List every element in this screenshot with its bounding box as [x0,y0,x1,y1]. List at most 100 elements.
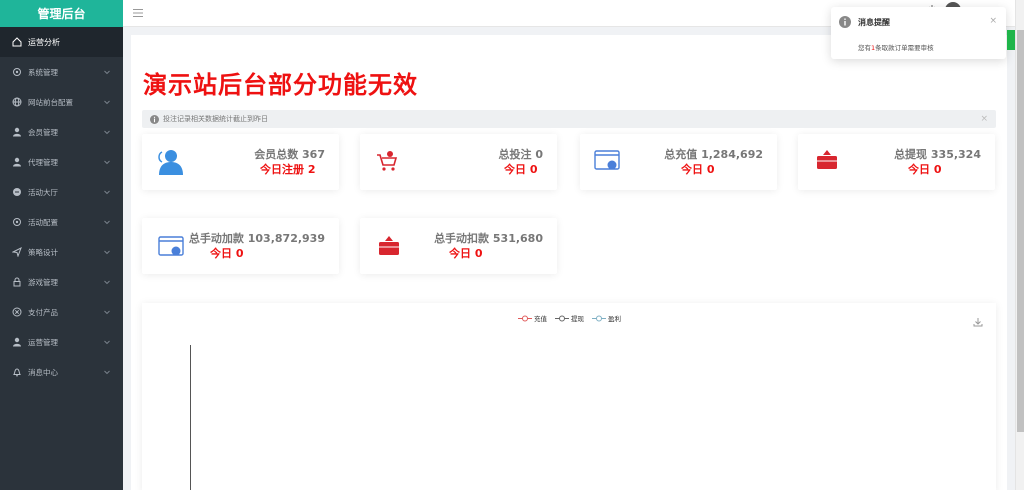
recharge-icon [594,150,620,170]
user-icon [13,157,21,167]
hamburger-icon[interactable] [133,8,143,18]
side-tab[interactable] [1007,30,1015,50]
sidebar-item-label: 代理管理 [28,157,58,167]
info-icon [839,16,851,28]
members-icon [158,150,183,175]
sidebar-item[interactable]: 系统管理 [0,57,123,87]
info-icon [150,114,159,124]
recharge-icon [158,236,184,256]
chart-panel: 充值 提现 盈利 [142,303,996,490]
chevron-down-icon [104,70,110,75]
globe-icon [12,97,22,107]
chat-icon [13,188,21,196]
sidebar-item[interactable]: 活动配置 [0,207,123,237]
card-main-text: 总投注 0 [498,148,543,161]
notification-popup: 消息提醒 × 您有1条取款订单需要审核 [831,7,1006,59]
home-icon [12,37,22,47]
chevron-down-icon [104,190,110,195]
sidebar-item[interactable]: 消息中心 [0,357,123,387]
download-icon[interactable] [973,317,983,327]
chevron-down-icon [104,310,110,315]
legend-item[interactable]: 盈利 [592,313,621,323]
sidebar-item[interactable]: 游戏管理 [0,267,123,297]
sidebar-item[interactable]: 策略设计 [0,237,123,267]
withdraw-icon [379,236,399,255]
sidebar-item[interactable]: 运营分析 [0,27,123,57]
user-icon [13,127,21,137]
lock-icon [13,277,21,287]
chart-legend: 充值 提现 盈利 [518,313,621,323]
card-sub-text: 今日注册 2 [260,163,316,176]
cart-icon [377,151,398,171]
notification-close-icon[interactable]: × [989,16,997,26]
card-main-text: 总提现 335,324 [894,148,981,161]
stat-card-members: 会员总数 367 今日注册 2 [142,134,339,190]
card-sub-text: 今日 0 [449,247,483,260]
chevron-down-icon [104,340,110,345]
sidebar-item-label: 策略设计 [28,247,58,257]
card-main-text: 会员总数 367 [254,148,325,161]
settings-icon [13,68,21,76]
main-panel: 演示站后台部分功能无效 投注记录相关数据统计截止到昨日 × 会员总数 367 今… [131,35,1007,490]
chevron-down-icon [104,100,110,105]
legend-item[interactable]: 提现 [555,313,584,323]
sidebar-menu: 运营分析系统管理网站前台配置 会员管理代理管理活动大厅活动配置策略设计游戏管理支付… [0,27,123,387]
legend-label: 充值 [534,315,547,323]
notification-suffix: 条取款订单需要审核 [875,44,934,52]
legend-marker-icon [592,315,606,321]
notice-close-icon[interactable]: × [980,114,988,124]
chevron-down-icon [104,280,110,285]
close-circle-icon [12,307,22,317]
sidebar-item[interactable]: 网站前台配置 [0,87,123,117]
legend-label: 盈利 [608,315,621,323]
sidebar-item[interactable]: 活动大厅 [0,177,123,207]
scrollbar-thumb[interactable] [1017,30,1024,432]
sidebar-item[interactable]: 运营管理 [0,327,123,357]
card-sub-text: 今日 0 [210,247,244,260]
stat-card-manual-add: 总手动加款 103,872,939 今日 0 [142,218,339,274]
card-main-text: 总手动扣款 531,680 [434,232,543,245]
legend-marker-icon [555,315,569,321]
sidebar-item-label: 运营管理 [28,337,58,347]
sidebar-item-label: 运营分析 [28,37,60,47]
card-main-text: 总手动加款 103,872,939 [188,232,325,245]
sidebar-item-label: 活动配置 [28,217,58,227]
sidebar-item-label: 游戏管理 [28,277,58,287]
sidebar-item-label: 活动大厅 [28,187,58,197]
legend-label: 提现 [571,315,584,323]
chevron-down-icon [104,130,110,135]
send-icon [12,247,22,257]
card-sub-text: 今日 0 [681,163,715,176]
card-main-text: 总充值 1,284,692 [664,148,763,161]
card-sub-text: 今日 0 [908,163,942,176]
legend-item[interactable]: 充值 [518,313,547,323]
scrollbar[interactable] [1015,0,1024,490]
stat-card-manual-deduct: 总手动扣款 531,680 今日 0 [360,218,557,274]
brand-logo[interactable]: 管理后台 [0,0,123,27]
sidebar-item-label: 网站前台配置 [28,97,73,107]
notification-body[interactable]: 您有1条取款订单需要审核 [858,42,934,52]
legend-marker-icon [518,315,532,321]
sidebar-item-label: 消息中心 [28,367,58,377]
notice-bar: 投注记录相关数据统计截止到昨日 × [142,110,996,128]
notification-title: 消息提醒 [858,18,890,27]
user-icon [13,337,21,347]
sidebar-item-label: 会员管理 [28,127,58,137]
notice-text: 投注记录相关数据统计截止到昨日 [163,115,268,123]
card-sub-text: 今日 0 [504,163,538,176]
stat-card-bets: 总投注 0 今日 0 [360,134,557,190]
notification-prefix: 您有 [858,44,871,52]
sidebar-item-label: 支付产品 [28,307,58,317]
chevron-down-icon [104,250,110,255]
chevron-down-icon [104,220,110,225]
sidebar-item[interactable]: 代理管理 [0,147,123,177]
stat-card-recharge: 总充值 1,284,692 今日 0 [580,134,777,190]
sidebar-item[interactable]: 支付产品 [0,297,123,327]
chevron-down-icon [104,370,110,375]
chevron-down-icon [104,160,110,165]
page-title: 演示站后台部分功能无效 [143,71,418,99]
settings-icon [13,218,21,226]
sidebar-item[interactable]: 会员管理 [0,117,123,147]
bell-icon [13,368,21,377]
sidebar: 管理后台 运营分析系统管理网站前台配置 会员管理代理管理活动大厅活动配置策略设计游… [0,0,123,490]
